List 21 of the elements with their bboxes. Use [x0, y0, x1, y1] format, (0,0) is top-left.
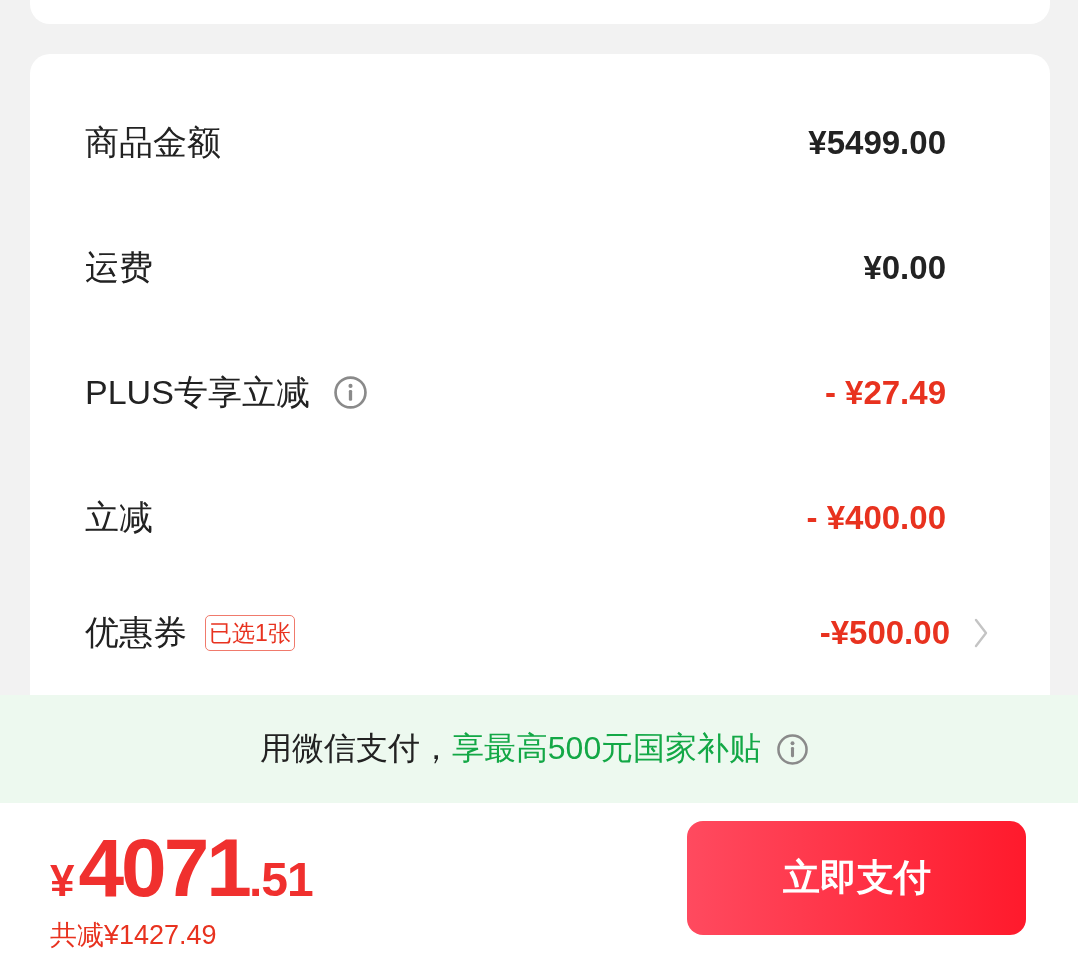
subsidy-text: 享最高500元国家补贴: [451, 729, 762, 768]
total-price: 4071: [78, 827, 249, 909]
row-label: 优惠券: [85, 612, 187, 653]
chevron-right-icon[interactable]: [974, 618, 988, 648]
row-label: 运费: [85, 246, 153, 288]
row-label: PLUS专享立减: [85, 371, 310, 413]
info-icon[interactable]: [777, 733, 809, 765]
total-price-decimals: .51: [248, 856, 313, 904]
row-label: 商品金额: [85, 121, 221, 163]
row-label: 立减: [85, 496, 153, 538]
amount-value: -¥500.00: [819, 614, 950, 652]
amount-value: ¥5499.00: [808, 123, 946, 162]
pay-now-button[interactable]: 立即支付: [687, 821, 1026, 935]
selected-count-badge: 已选1张: [205, 615, 295, 651]
amount-value: - ¥27.49: [824, 373, 946, 412]
currency-symbol: ¥: [50, 859, 75, 903]
info-icon[interactable]: [333, 376, 367, 409]
amount-value: ¥0.00: [863, 248, 946, 287]
banner-text: 用微信支付，: [259, 729, 452, 768]
amount-value: - ¥400.00: [806, 498, 946, 537]
total-savings: 共减¥1427.49: [50, 919, 217, 952]
